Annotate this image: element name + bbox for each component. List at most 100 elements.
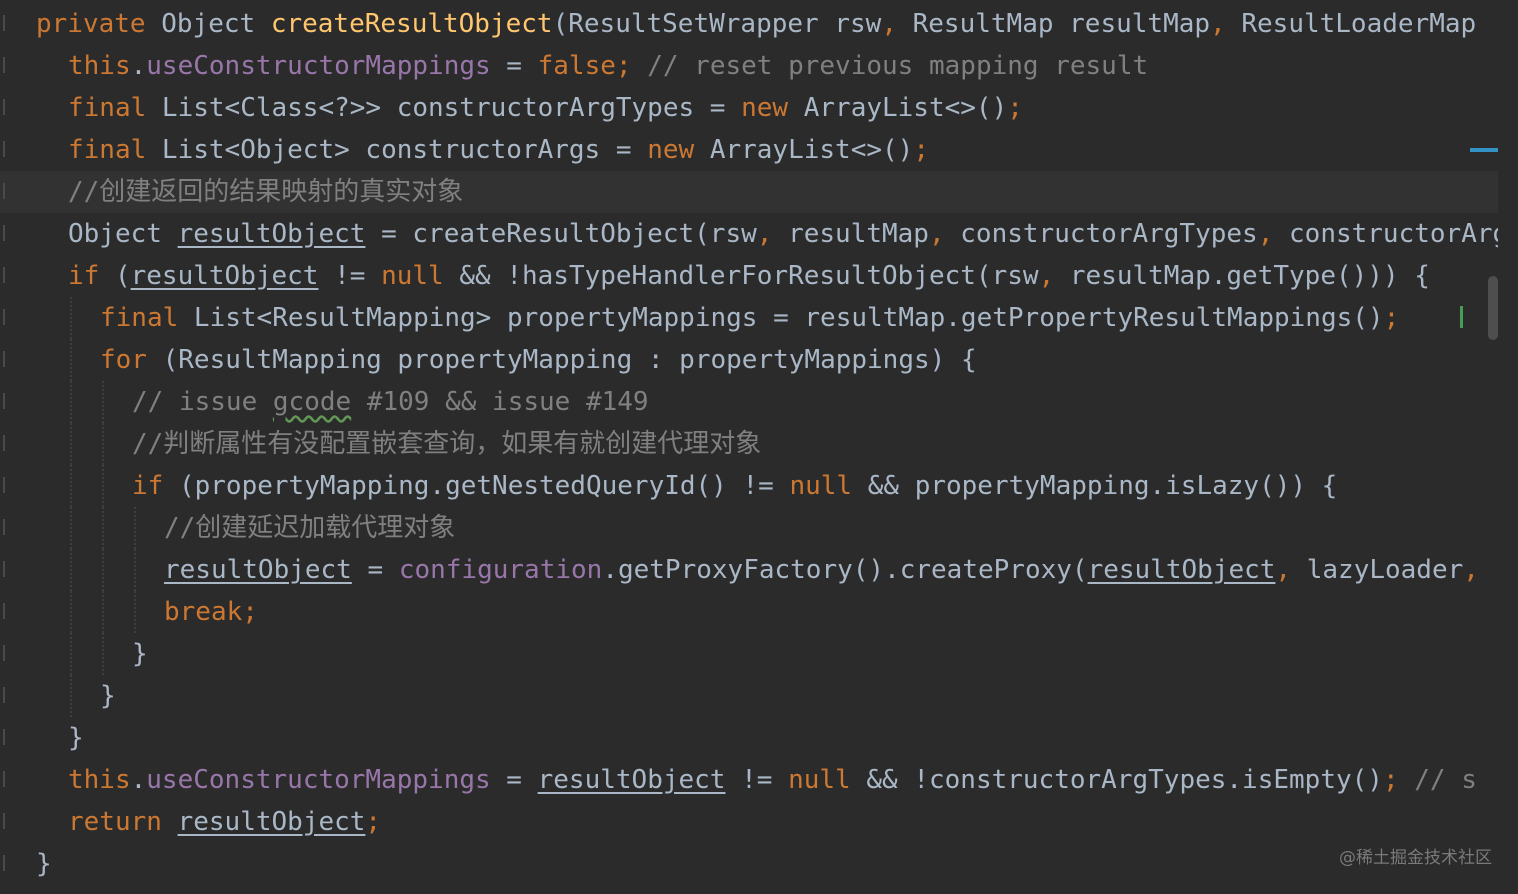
code-text: this.useConstructorMappings = false; // … [68, 45, 1148, 87]
indent-guide [102, 591, 104, 633]
code-line[interactable]: if (resultObject != null && !hasTypeHand… [0, 255, 1498, 297]
indent-guide [70, 633, 72, 675]
code-token: != [725, 765, 789, 795]
gutter-marker [0, 339, 36, 381]
code-line[interactable]: } [0, 717, 1498, 759]
code-token: && propertyMapping.isLazy()) { [867, 471, 1338, 501]
code-token: = [351, 555, 399, 585]
gutter-marker [0, 213, 36, 255]
code-token: ResultMap resultMap [912, 9, 1211, 39]
code-token: , [1210, 9, 1242, 39]
code-token: for [100, 345, 163, 375]
code-line[interactable]: resultObject = configuration.getProxyFac… [0, 549, 1498, 591]
code-line[interactable]: } [0, 633, 1498, 675]
indent-guide [70, 297, 72, 339]
code-token: ; [242, 597, 258, 627]
code-line[interactable]: this.useConstructorMappings = false; // … [0, 45, 1498, 87]
gutter-marker [0, 591, 36, 633]
error-stripe-marker[interactable] [1470, 148, 1498, 152]
code-token: (ResultMapping propertyMapping : propert… [162, 345, 977, 375]
code-line[interactable]: for (ResultMapping propertyMapping : pro… [0, 339, 1498, 381]
gutter-marker [0, 171, 36, 213]
gutter-marker [0, 507, 36, 549]
code-line[interactable]: } [0, 675, 1498, 717]
code-token: return [68, 807, 178, 837]
code-token: Object [68, 219, 178, 249]
code-token: . [130, 51, 147, 81]
indent-guide [102, 381, 104, 423]
code-token: List<Class<?>> constructorArgTypes = [161, 93, 742, 123]
code-line[interactable]: //创建返回的结果映射的真实对象 [0, 171, 1498, 213]
code-token: break [164, 597, 243, 627]
gutter-marker [0, 3, 36, 45]
code-text: } [36, 843, 52, 885]
code-line[interactable]: // issue gcode #109 && issue #149 [0, 381, 1498, 423]
indent-guide [134, 507, 136, 549]
code-token: resultMap [788, 219, 929, 249]
code-token: } [132, 639, 148, 669]
code-token: useConstructorMappings [146, 765, 491, 795]
code-token: constructorArgs [1289, 219, 1498, 249]
code-token: false [537, 51, 616, 81]
code-token: Object [161, 9, 271, 39]
code-token: new [741, 93, 804, 123]
code-text: if (propertyMapping.getNestedQueryId() !… [132, 465, 1337, 507]
code-text: final List<Class<?>> constructorArgTypes… [68, 87, 1023, 129]
code-text: resultObject = configuration.getProxyFac… [164, 549, 1479, 591]
code-token: List<ResultMapping> propertyMappings = r… [193, 303, 1384, 333]
code-token: //创建返回的结果映射的真实对象 [68, 177, 464, 207]
code-token: if [68, 261, 115, 291]
code-line[interactable]: } [0, 843, 1498, 885]
code-line[interactable]: final List<Object> constructorArgs = new… [0, 129, 1498, 171]
indent-guide [134, 591, 136, 633]
indent-guide [102, 633, 104, 675]
code-line[interactable]: if (propertyMapping.getNestedQueryId() !… [0, 465, 1498, 507]
code-token: resultObject [177, 807, 366, 837]
code-text: if (resultObject != null && !hasTypeHand… [68, 255, 1430, 297]
scrollbar-thumb[interactable] [1488, 276, 1498, 340]
code-text: Object resultObject = createResultObject… [68, 213, 1498, 255]
code-token: constructorArgTypes [960, 219, 1258, 249]
gutter-marker [0, 255, 36, 297]
code-line[interactable]: break; [0, 591, 1498, 633]
code-line[interactable]: final List<Class<?>> constructorArgTypes… [0, 87, 1498, 129]
code-line[interactable]: //判断属性有没配置嵌套查询，如果有就创建代理对象 [0, 423, 1498, 465]
code-line[interactable]: private Object createResultObject(Result… [0, 3, 1498, 45]
code-line[interactable]: this.useConstructorMappings = resultObje… [0, 759, 1498, 801]
indent-guide [70, 507, 72, 549]
code-token: ; [913, 135, 929, 165]
code-line[interactable]: //创建延迟加载代理对象 [0, 507, 1498, 549]
indent-guide [70, 549, 72, 591]
code-token: resultObject [130, 261, 319, 291]
gutter-marker [0, 549, 36, 591]
code-token: if [132, 471, 179, 501]
vertical-scrollbar[interactable] [1498, 0, 1518, 894]
gutter-marker [0, 87, 36, 129]
code-text: //创建延迟加载代理对象 [164, 507, 455, 549]
code-text: this.useConstructorMappings = resultObje… [68, 759, 1477, 801]
code-token: private [36, 9, 162, 39]
code-token: this [68, 765, 131, 795]
code-text: } [132, 633, 148, 675]
code-token: . [130, 765, 147, 795]
code-token: , [1463, 555, 1479, 585]
code-line[interactable]: final List<ResultMapping> propertyMappin… [0, 297, 1498, 339]
code-line[interactable]: return resultObject; [0, 801, 1498, 843]
code-text: private Object createResultObject(Result… [36, 3, 1476, 45]
code-token: ArrayList<>() [803, 93, 1008, 123]
code-line[interactable]: Object resultObject = createResultObject… [0, 213, 1498, 255]
code-text: } [68, 717, 84, 759]
gutter-marker [0, 801, 36, 843]
code-token: , [1038, 261, 1070, 291]
indent-guide [102, 423, 104, 465]
code-token: , [1275, 555, 1307, 585]
code-token: && !hasTypeHandlerForResultObject(rsw [459, 261, 1039, 291]
code-text: for (ResultMapping propertyMapping : pro… [100, 339, 977, 381]
code-token: resultMap.getType())) { [1069, 261, 1430, 291]
indent-guide [70, 381, 72, 423]
code-text: //判断属性有没配置嵌套查询，如果有就创建代理对象 [132, 423, 761, 465]
code-token: ; [1007, 93, 1023, 123]
gutter-marker [0, 675, 36, 717]
code-editor[interactable]: private Object createResultObject(Result… [0, 0, 1498, 894]
code-token: ( [114, 261, 131, 291]
